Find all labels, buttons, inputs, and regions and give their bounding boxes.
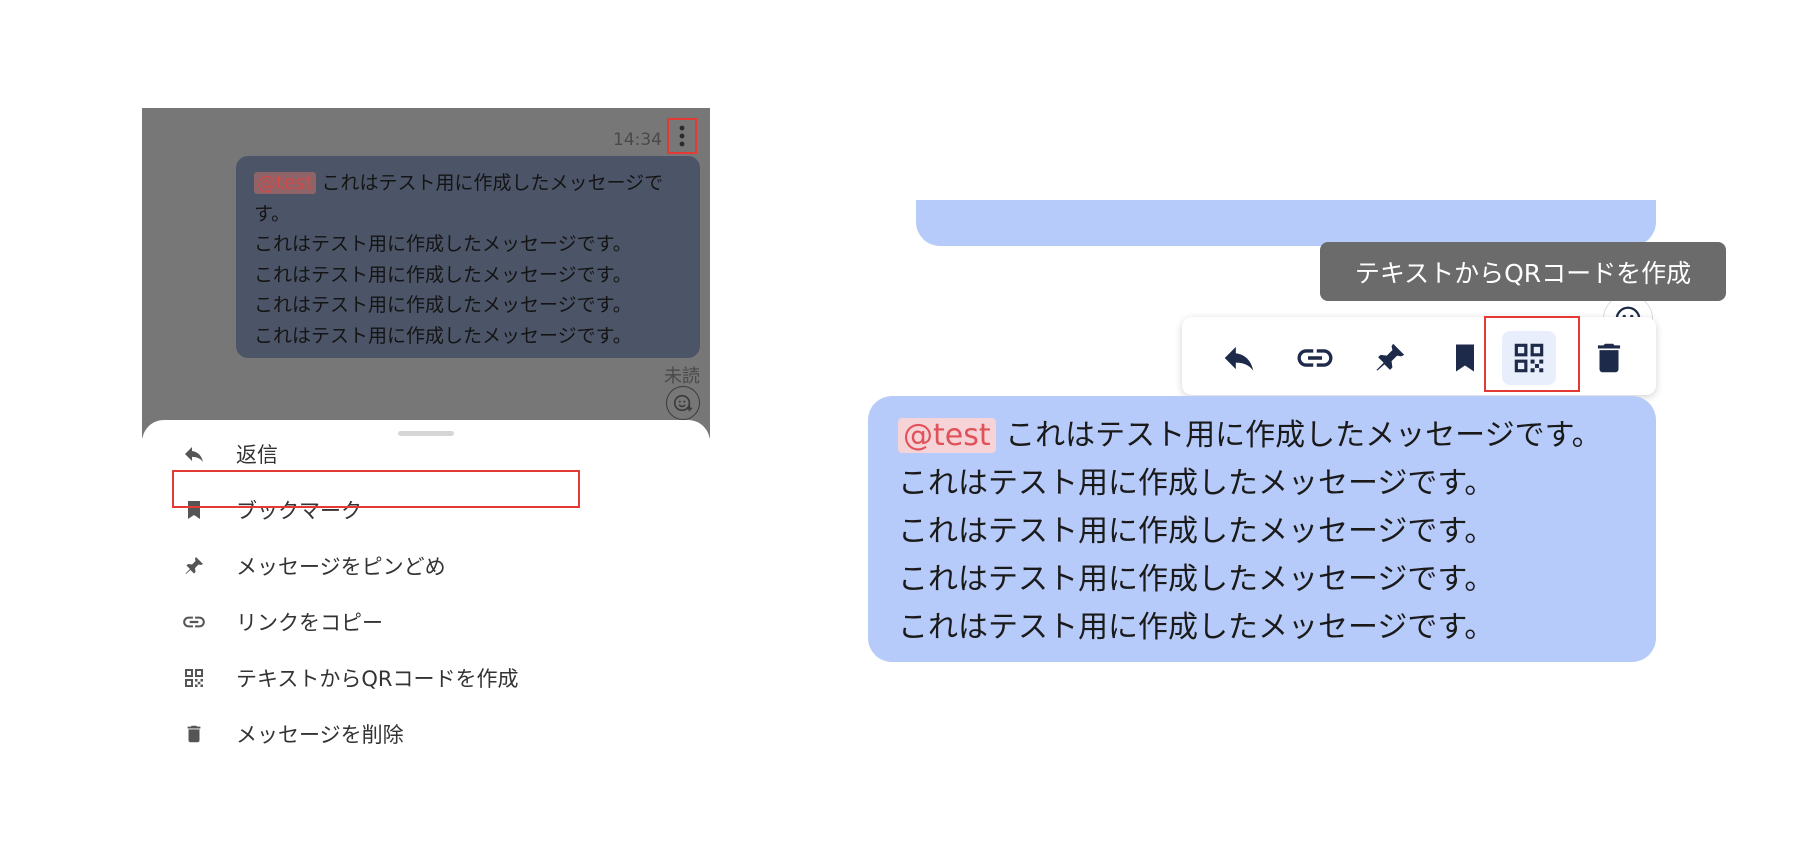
message-line-1: @test これはテスト用に作成したメッセージで xyxy=(254,168,682,199)
link-icon xyxy=(180,608,208,636)
message-action-toolbar xyxy=(1182,317,1656,395)
message-line-6: これはテスト用に作成したメッセージです。 xyxy=(254,324,632,347)
message-bubble[interactable]: @test これはテスト用に作成したメッセージで す。 これはテスト用に作成した… xyxy=(236,156,700,358)
pin-button[interactable] xyxy=(1363,331,1417,385)
copy-link-button[interactable] xyxy=(1288,331,1342,385)
message-line-4: これはテスト用に作成したメッセージです。 xyxy=(254,263,632,286)
message-time: 14:34 xyxy=(613,130,662,150)
more-vertical-icon xyxy=(679,125,685,147)
qr-item-highlight-box xyxy=(172,470,580,508)
sheet-item-label: 返信 xyxy=(236,443,278,467)
qr-tooltip: テキストからQRコードを作成 xyxy=(1320,242,1726,301)
more-options-button[interactable] xyxy=(667,118,697,154)
message-line-5: これはテスト用に作成したメッセージです。 xyxy=(254,294,632,316)
sheet-item-copy-link[interactable]: リンクをコピー xyxy=(180,604,383,640)
bookmark-icon xyxy=(1456,344,1474,372)
add-reaction-button[interactable] xyxy=(666,386,700,420)
message-bubble[interactable]: @test これはテスト用に作成したメッセージです。 これはテスト用に作成したメ… xyxy=(868,396,1656,662)
sheet-item-create-qr[interactable]: テキストからQRコードを作成 xyxy=(180,660,519,696)
pin-icon xyxy=(180,552,208,580)
message-line-2: これはテスト用に作成したメッセージです。 xyxy=(898,466,1495,501)
sheet-drag-handle[interactable] xyxy=(398,431,454,436)
message-line-3: これはテスト用に作成したメッセージです。 xyxy=(254,233,632,255)
trash-icon xyxy=(1597,343,1621,373)
emoji-add-icon xyxy=(673,394,693,412)
dimmed-chat-area: 14:34 @test これはテスト用に作成したメッセージで す。 これはテスト… xyxy=(142,108,710,438)
previous-message-bubble xyxy=(916,200,1656,246)
message-line-3: これはテスト用に作成したメッセージです。 xyxy=(898,514,1495,549)
message-line-5: これはテスト用に作成したメッセージです。 xyxy=(898,610,1495,645)
message-line-2: す。 xyxy=(254,202,291,225)
reply-icon xyxy=(1224,346,1254,371)
mobile-screen: 14:34 @test これはテスト用に作成したメッセージで す。 これはテスト… xyxy=(142,108,710,776)
mention-tag[interactable]: @test xyxy=(254,172,316,194)
qr-button-highlight-box xyxy=(1484,316,1580,392)
trash-icon xyxy=(180,720,208,748)
reply-button[interactable] xyxy=(1212,331,1266,385)
message-line-4: これはテスト用に作成したメッセージです。 xyxy=(898,562,1495,597)
delete-button[interactable] xyxy=(1582,331,1636,385)
sheet-item-label: メッセージをピンどめ xyxy=(236,555,446,579)
sheet-item-label: テキストからQRコードを作成 xyxy=(236,667,519,691)
message-line-1: @test これはテスト用に作成したメッセージです。 xyxy=(898,412,1626,460)
reply-icon xyxy=(180,440,208,468)
sheet-item-delete[interactable]: メッセージを削除 xyxy=(180,716,404,752)
sheet-item-pin[interactable]: メッセージをピンどめ xyxy=(180,548,446,584)
qr-code-icon xyxy=(180,664,208,692)
mention-tag[interactable]: @test xyxy=(898,418,996,453)
sheet-item-label: リンクをコピー xyxy=(236,611,383,635)
pin-icon xyxy=(1376,343,1405,371)
link-icon xyxy=(1297,349,1333,367)
sheet-item-label: メッセージを削除 xyxy=(236,723,404,747)
sheet-item-reply[interactable]: 返信 xyxy=(180,436,278,472)
unread-status: 未読 xyxy=(664,366,700,387)
